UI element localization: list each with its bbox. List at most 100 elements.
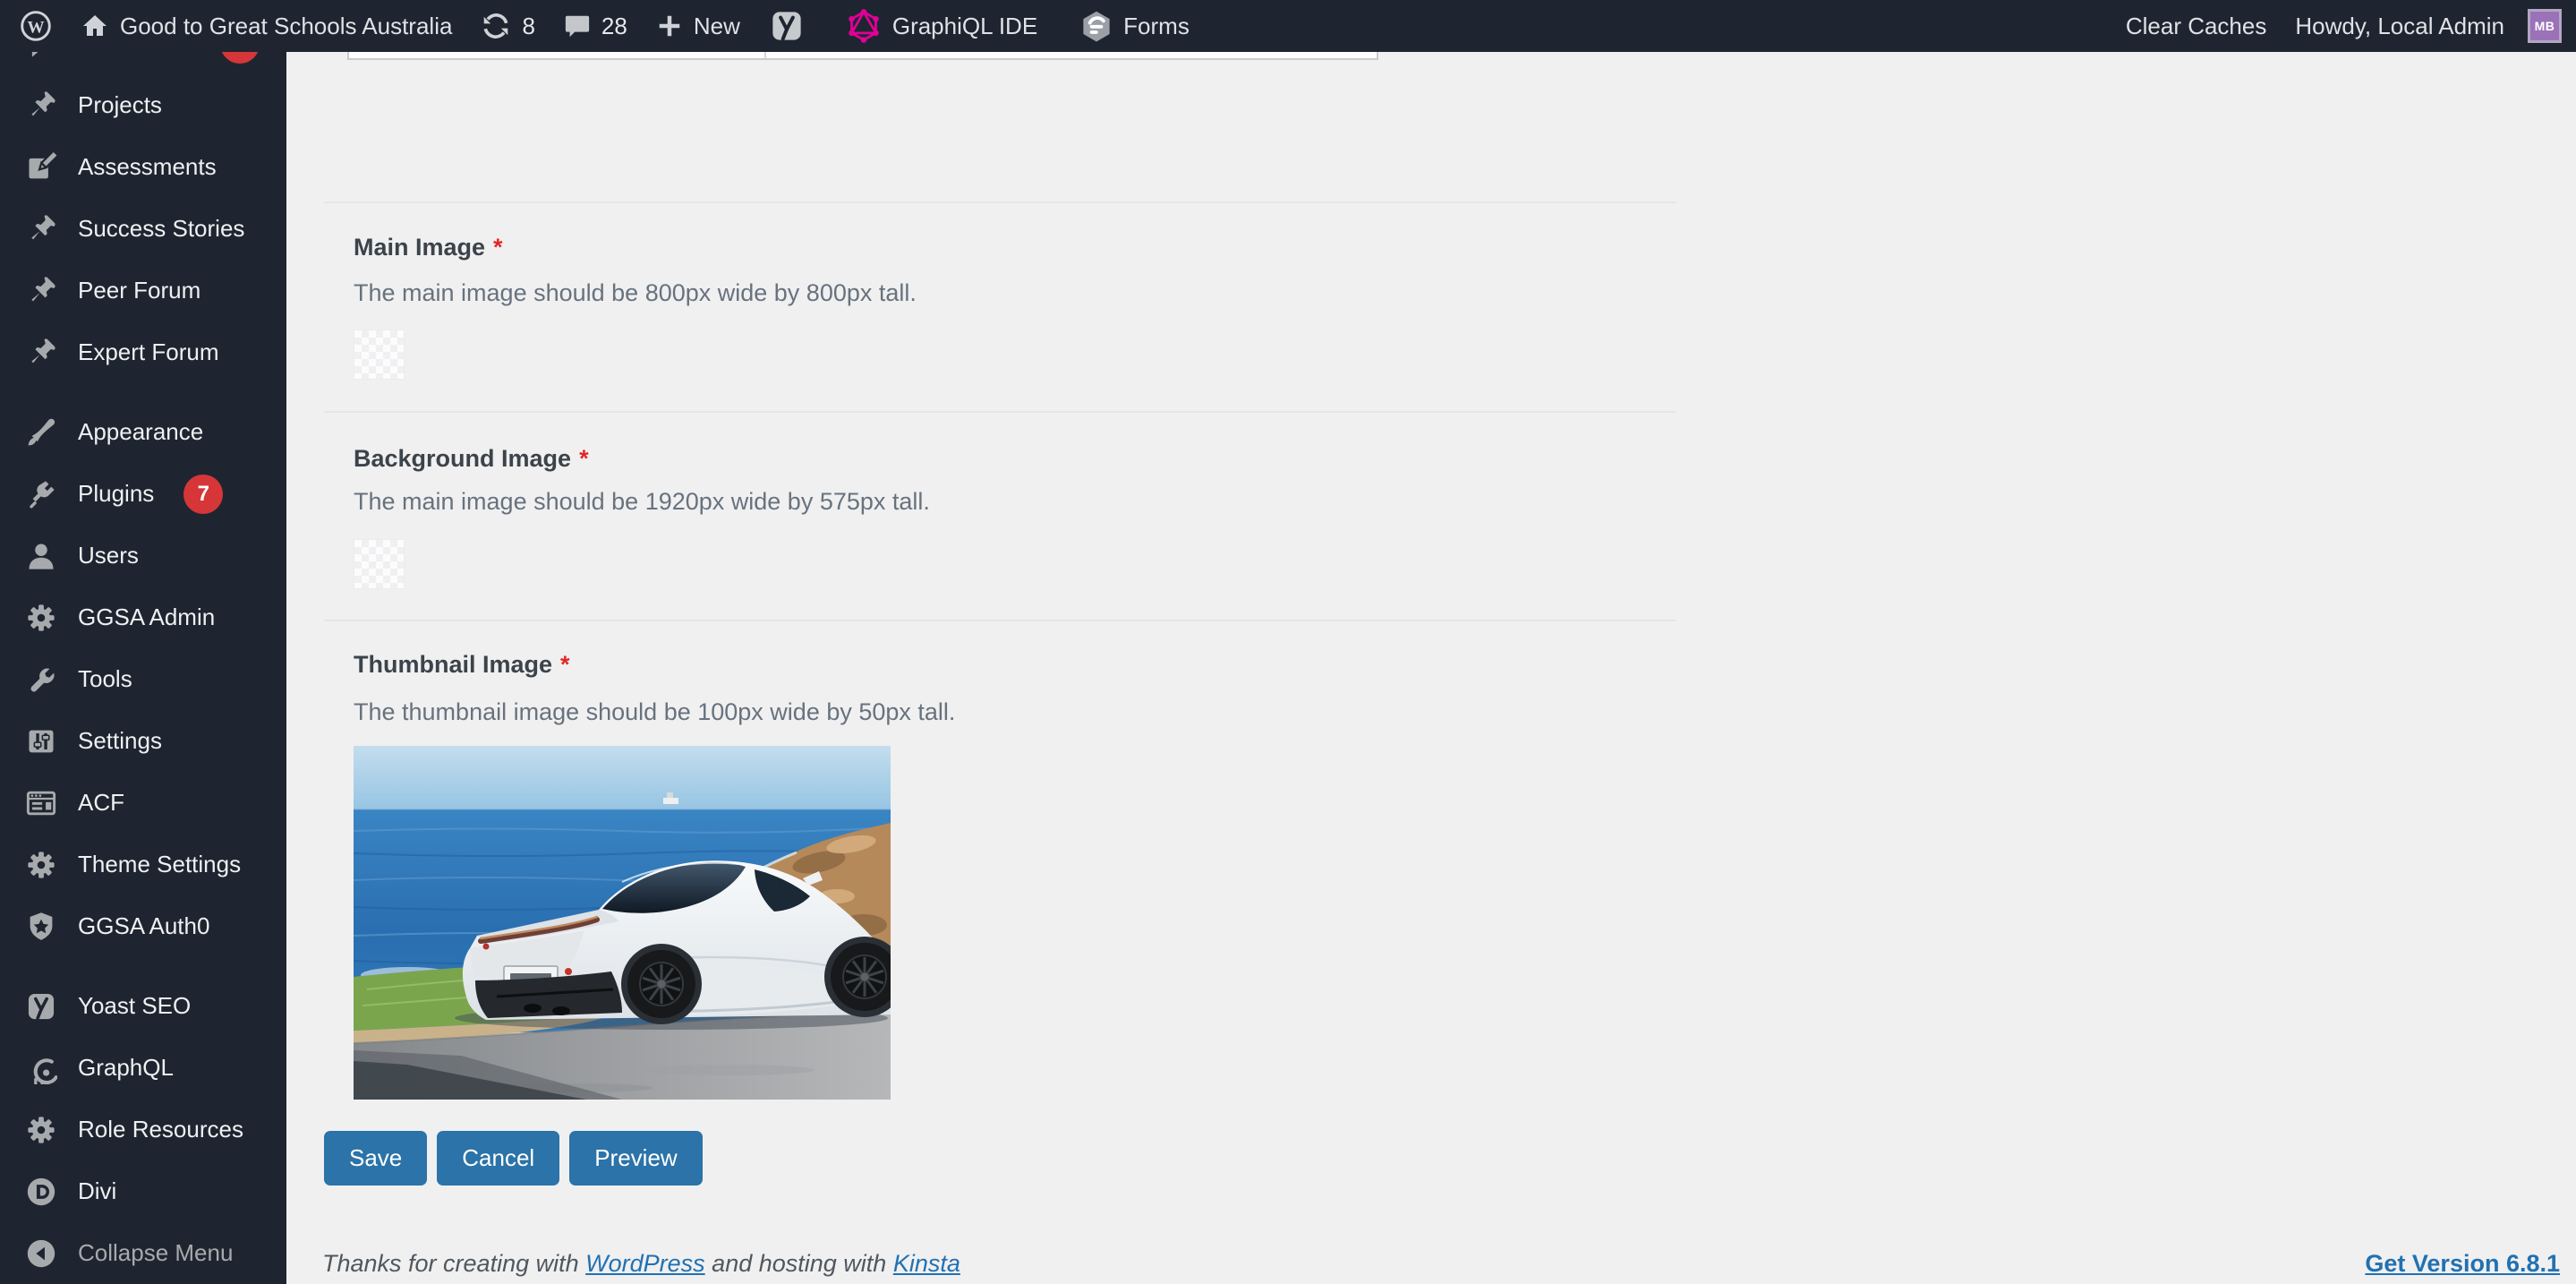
howdy-label: Howdy, Local Admin (2295, 12, 2504, 39)
plus-icon (656, 13, 683, 39)
pushpin-icon (23, 335, 59, 371)
get-version-link[interactable]: Get Version 6.8.1 (2365, 1250, 2560, 1278)
shield-star-icon (23, 909, 59, 945)
field-label-text: Background Image (354, 445, 572, 472)
update-icon (481, 11, 511, 41)
field-label-main-image: Main Image * (354, 233, 503, 261)
save-button[interactable]: Save (324, 1131, 428, 1186)
sidebar-item-label: Success Stories (78, 215, 245, 242)
field-description-main-image: The main image should be 800px wide by 8… (354, 279, 917, 306)
clear-caches-button[interactable]: Clear Caches (2111, 0, 2282, 52)
sidebar-item-success-stories[interactable]: Success Stories (0, 198, 286, 260)
plugins-count-badge: 7 (183, 474, 224, 514)
admin-bar-right: Clear Caches Howdy, Local Admin MB (2111, 0, 2576, 52)
sidebar-item-peer-forum[interactable]: Peer Forum (0, 260, 286, 321)
new-content-menu[interactable]: New (642, 0, 755, 52)
required-asterisk: * (493, 234, 503, 261)
home-icon (81, 12, 109, 40)
site-name: Good to Great Schools Australia (120, 12, 453, 39)
gear-icon (23, 600, 59, 636)
clear-caches-label: Clear Caches (2125, 12, 2267, 39)
pushpin-icon (23, 88, 59, 124)
sidebar-item-ggsa-admin[interactable]: GGSA Admin (0, 586, 286, 648)
wordpress-link[interactable]: WordPress (585, 1250, 705, 1277)
preview-button[interactable]: Preview (569, 1131, 703, 1186)
pushpin-icon (23, 211, 59, 247)
sidebar-item-plugins[interactable]: Plugins 7 (0, 463, 286, 525)
sidebar-item-label: Yoast SEO (78, 992, 192, 1019)
sidebar-item-ggsa-auth0[interactable]: GGSA Auth0 (0, 895, 286, 957)
footer-text: Thanks for creating with (322, 1250, 586, 1277)
graphiql-ide-menu[interactable]: GraphiQL IDE (832, 0, 1052, 52)
collapse-menu-label: Collapse Menu (78, 1239, 234, 1266)
yoast-icon (769, 8, 805, 44)
sidebar-item-users[interactable]: Users (0, 525, 286, 586)
empty-image-placeholder-main (354, 330, 405, 380)
avatar: MB (2528, 9, 2562, 43)
sidebar-item-label: ACF (78, 789, 124, 816)
site-name-menu[interactable]: Good to Great Schools Australia (66, 0, 466, 52)
update-count: 8 (522, 12, 535, 39)
sidebar-item-appearance[interactable]: Appearance (0, 401, 286, 463)
gear-icon (23, 847, 59, 883)
sidebar-item-projects[interactable]: Projects (0, 74, 286, 136)
cancel-button[interactable]: Cancel (437, 1131, 560, 1186)
sidebar-item-settings[interactable]: Settings (0, 710, 286, 772)
field-label-background-image: Background Image * (354, 444, 589, 473)
sidebar-item-label: Peer Forum (78, 277, 201, 304)
account-menu[interactable]: Howdy, Local Admin MB (2281, 0, 2562, 52)
user-icon (23, 538, 59, 574)
kinsta-link[interactable]: Kinsta (893, 1250, 960, 1277)
sidebar-item-acf[interactable]: ACF (0, 772, 286, 834)
main-content: Main Image * The main image should be 800… (286, 52, 2576, 1284)
wrench-icon (23, 662, 59, 698)
collapse-menu-button[interactable]: Collapse Menu (0, 1222, 286, 1284)
footer-text: and hosting with (704, 1250, 893, 1277)
wordpress-menu[interactable]: W (0, 0, 66, 52)
forms-label: Forms (1123, 12, 1190, 39)
field-divider (324, 620, 1676, 621)
collapse-arrow-icon (23, 1236, 59, 1271)
comments-menu[interactable]: 28 (550, 0, 642, 52)
wordpress-logo-icon: W (20, 10, 52, 42)
forms-menu[interactable]: Forms (1066, 0, 1204, 52)
admin-sidebar: Comments 28 Projects Assessments Success… (0, 0, 286, 1284)
sidebar-item-label: Divi (78, 1177, 117, 1204)
new-label: New (693, 12, 740, 39)
admin-footer: Thanks for creating with WordPress and h… (322, 1250, 2560, 1278)
sidebar-item-label: Appearance (78, 418, 204, 445)
svg-text:W: W (27, 18, 44, 37)
field-divider (324, 411, 1676, 413)
yoast-seo-menu[interactable] (755, 0, 819, 52)
yoast-icon (23, 989, 59, 1024)
sidebar-item-graphql[interactable]: GraphQL (0, 1037, 286, 1099)
sidebar-item-divi[interactable]: Divi (0, 1160, 286, 1222)
empty-image-placeholder-background (354, 539, 405, 589)
gear-icon (23, 1112, 59, 1148)
sidebar-item-yoast-seo[interactable]: Yoast SEO (0, 975, 286, 1037)
sidebar-item-assessments[interactable]: Assessments (0, 136, 286, 198)
layout-table-icon (23, 785, 59, 821)
coastal-car-photo (354, 746, 891, 1100)
gravity-forms-icon (1080, 10, 1113, 42)
footer-thanks-text: Thanks for creating with WordPress and h… (322, 1250, 960, 1278)
brush-icon (23, 415, 59, 450)
sidebar-item-role-resources[interactable]: Role Resources (0, 1099, 286, 1160)
sidebar-item-label: Role Resources (78, 1116, 243, 1143)
sidebar-item-tools[interactable]: Tools (0, 648, 286, 710)
sidebar-item-theme-settings[interactable]: Theme Settings (0, 834, 286, 895)
form-actions: Save Cancel Preview (324, 1131, 703, 1186)
comment-count: 28 (601, 12, 627, 39)
thumbnail-image-preview[interactable] (354, 746, 891, 1100)
field-label-text: Main Image (354, 234, 486, 261)
admin-top-bar: W Good to Great Schools Australia 8 28 N… (0, 0, 2576, 52)
comment-icon (564, 13, 591, 39)
field-label-thumbnail-image: Thumbnail Image * (354, 650, 570, 679)
field-divider (324, 201, 1676, 203)
sidebar-item-expert-forum[interactable]: Expert Forum (0, 321, 286, 383)
field-description-thumbnail-image: The thumbnail image should be 100px wide… (354, 698, 956, 725)
required-asterisk: * (579, 445, 589, 472)
updates-menu[interactable]: 8 (466, 0, 549, 52)
